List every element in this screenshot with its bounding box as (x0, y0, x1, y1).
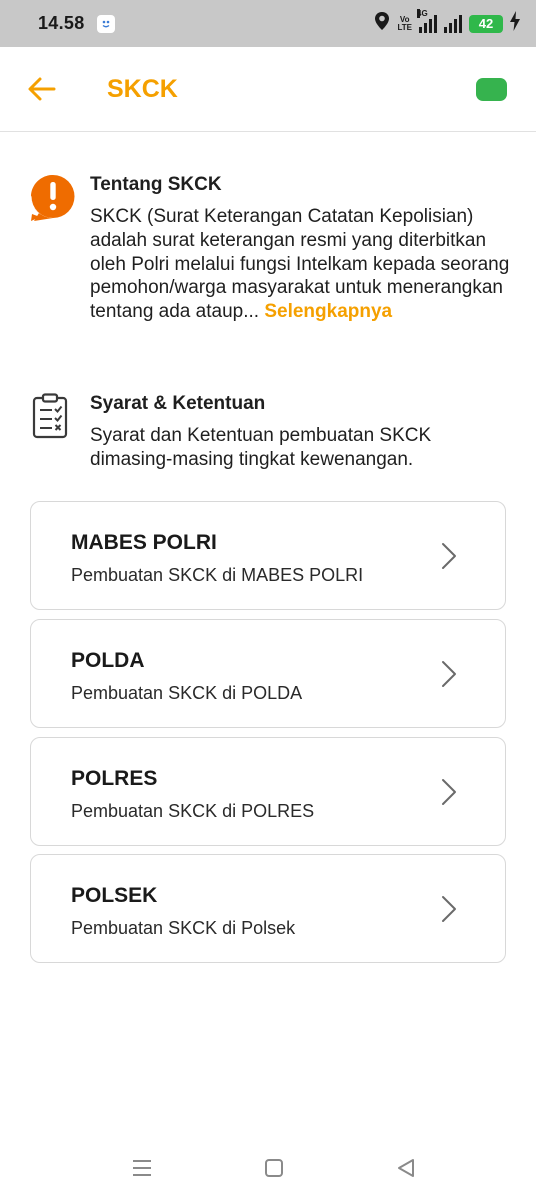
option-title: POLDA (71, 649, 145, 672)
network-type: 4G (417, 8, 428, 18)
option-subtitle: Pembuatan SKCK di MABES POLRI (71, 565, 364, 585)
chevron-right-icon (442, 661, 456, 687)
triangle-back-icon (398, 1159, 414, 1177)
charging-icon (510, 11, 520, 36)
signal-icon-2 (444, 14, 462, 33)
status-time: 14.58 (38, 13, 85, 33)
back-button[interactable] (26, 73, 58, 105)
option-subtitle: Pembuatan SKCK di POLDA (71, 683, 303, 703)
read-more-link[interactable]: Selengkapnya (264, 301, 392, 322)
arrow-left-icon (28, 77, 56, 101)
status-chip[interactable] (476, 78, 507, 101)
skck-screen: 14.58 Vo LTE 4G 42 SKCK Tentang SKCK SKC… (0, 0, 536, 1200)
option-card-polda[interactable]: POLDA Pembuatan SKCK di POLDA (30, 619, 506, 728)
status-bar: 14.58 Vo LTE 4G 42 (0, 0, 536, 47)
option-title: POLSEK (71, 884, 158, 907)
option-title: POLRES (71, 767, 158, 790)
terms-title: Syarat & Ketentuan (90, 393, 266, 414)
volte-indicator: Vo LTE (397, 15, 412, 32)
chevron-right-icon (442, 779, 456, 805)
terms-text: Syarat dan Ketentuan pembuatan SKCK dima… (90, 425, 432, 470)
status-icons: Vo LTE 4G 42 (374, 8, 520, 36)
terms-section: Syarat & Ketentuan Syarat dan Ketentuan … (30, 393, 510, 473)
location-icon (374, 11, 390, 36)
nav-recent-button[interactable] (130, 1156, 154, 1180)
system-nav-bar (0, 1142, 536, 1192)
option-title: MABES POLRI (71, 531, 217, 554)
option-card-polres[interactable]: POLRES Pembuatan SKCK di POLRES (30, 737, 506, 846)
about-section: Tentang SKCK SKCK (Surat Keterangan Cata… (30, 174, 510, 354)
about-text: SKCK (Surat Keterangan Catatan Kepolisia… (90, 205, 510, 324)
option-card-mabes-polri[interactable]: MABES POLRI Pembuatan SKCK di MABES POLR… (30, 501, 506, 610)
option-subtitle: Pembuatan SKCK di POLRES (71, 801, 315, 821)
signal-icon-1: 4G (417, 8, 437, 33)
chevron-right-icon (442, 896, 456, 922)
square-icon (265, 1159, 283, 1177)
exclamation-bubble-icon (30, 174, 76, 222)
nav-back-button[interactable] (394, 1156, 418, 1180)
volte-bottom: LTE (397, 22, 412, 32)
nav-home-button[interactable] (262, 1156, 286, 1180)
option-card-polsek[interactable]: POLSEK Pembuatan SKCK di Polsek (30, 854, 506, 963)
battery-indicator: 42 (469, 14, 503, 33)
app-bar: SKCK (0, 47, 536, 132)
notification-app-icon (96, 14, 115, 33)
option-subtitle: Pembuatan SKCK di Polsek (71, 918, 296, 938)
chevron-right-icon (442, 543, 456, 569)
about-title: Tentang SKCK (90, 174, 222, 195)
page-title: SKCK (107, 75, 178, 103)
clipboard-checklist-icon (30, 393, 76, 441)
menu-lines-icon (133, 1160, 151, 1176)
